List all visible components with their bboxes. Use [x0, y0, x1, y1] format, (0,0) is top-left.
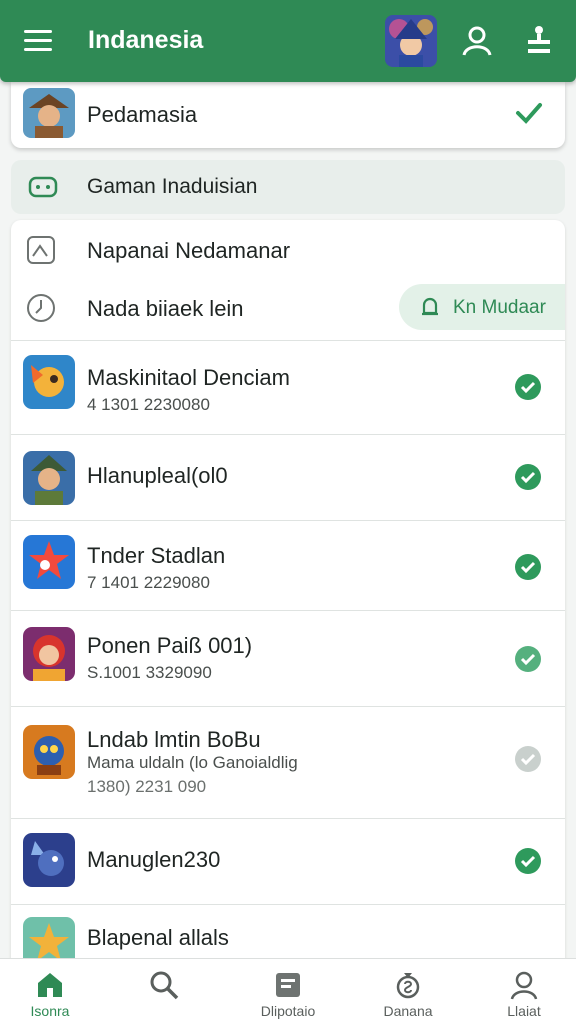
- check-circle-icon[interactable]: [514, 847, 542, 875]
- app-name: Ponen Paiß 001): [87, 633, 253, 658]
- app-name: Maskinitaol Denciam: [87, 365, 290, 390]
- money-icon: [392, 969, 424, 1001]
- tab-money[interactable]: Danana: [358, 959, 458, 1024]
- search-icon: [148, 969, 180, 1001]
- app-list-panel: Napanai Nedamanar Nada biiaek lein Kn Mu…: [11, 220, 565, 980]
- tab-search[interactable]: [114, 959, 214, 1024]
- list-item[interactable]: Hlanupleal(ol0: [11, 434, 565, 520]
- app-thumbnail: [23, 627, 75, 681]
- profile-icon: [508, 969, 540, 1001]
- tab-label: Llaiat: [507, 1003, 541, 1019]
- check-icon[interactable]: [514, 98, 544, 128]
- section-label: Gaman Inaduisian: [87, 175, 258, 198]
- list-item[interactable]: Tnder Stadlan 7 1401 2229080: [11, 520, 565, 610]
- list-item[interactable]: Ponen Paiß 001) S.1001 3329090: [11, 610, 565, 706]
- app-thumbnail: [23, 833, 75, 887]
- filter-pill[interactable]: Kn Mudaar: [399, 284, 565, 330]
- app-name: Hlanupleal(ol0: [87, 463, 228, 488]
- library-icon: [272, 969, 304, 1001]
- app-name: Lndab lmtin BoBu: [87, 727, 261, 752]
- tab-label: Danana: [383, 1003, 433, 1019]
- check-circle-icon[interactable]: [514, 645, 542, 673]
- filter-pill-label: Kn Mudaar: [453, 297, 546, 318]
- app-meta: 7 1401 2229080: [87, 573, 210, 592]
- tab-label: Dlipotaio: [260, 1003, 316, 1019]
- app-meta: 4 1301 2230080: [87, 395, 210, 414]
- list-item[interactable]: Manuglen230: [11, 818, 565, 904]
- image-icon: [25, 234, 57, 266]
- tab-label: Isonra: [30, 1003, 70, 1019]
- app-name: Blapenal allals: [87, 925, 229, 950]
- app-title: Indanesia: [88, 26, 204, 54]
- check-circle-icon[interactable]: [514, 373, 542, 401]
- section-header[interactable]: Gaman Inaduisian: [11, 160, 565, 214]
- list-item[interactable]: Maskinitaol Denciam 4 1301 2230080: [11, 340, 565, 434]
- game-avatar[interactable]: [385, 15, 437, 67]
- clock-icon: [25, 292, 57, 324]
- check-circle-icon[interactable]: [514, 553, 542, 581]
- tab-profile[interactable]: Llaiat: [474, 959, 574, 1024]
- app-name: Manuglen230: [87, 847, 221, 872]
- tab-home[interactable]: Isonra: [0, 959, 100, 1024]
- list-item[interactable]: Lndab lmtin BoBu Mama uldaln (lo Ganoial…: [11, 706, 565, 818]
- app-meta: S.1001 3329090: [87, 663, 212, 682]
- option-item[interactable]: Napanai Nedamanar: [11, 220, 565, 278]
- check-circle-icon[interactable]: [514, 463, 542, 491]
- option-label: Nada biiaek lein: [87, 296, 244, 321]
- tab-library[interactable]: Dlipotaio: [238, 959, 338, 1024]
- menu-icon[interactable]: [24, 30, 52, 52]
- app-thumbnail: [23, 535, 75, 589]
- profile-icon[interactable]: [459, 22, 495, 58]
- app-meta-secondary: 1380) 2231 090: [87, 777, 207, 796]
- download-icon[interactable]: [521, 22, 557, 58]
- check-circle-icon[interactable]: [514, 745, 542, 773]
- option-label: Napanai Nedamanar: [87, 238, 291, 263]
- bottom-navigation: Isonra Dlipotaio Danana Llaiat: [0, 958, 576, 1024]
- pinned-app-label: Pedamasia: [87, 102, 198, 127]
- app-thumbnail: [23, 725, 75, 779]
- home-icon: [34, 969, 66, 1001]
- app-thumbnail: [23, 451, 75, 505]
- bell-icon: [419, 296, 441, 318]
- gamepad-icon: [27, 172, 59, 202]
- app-name: Tnder Stadlan: [87, 543, 226, 568]
- app-meta: Mama uldaln (lo Ganoialdlig: [87, 753, 298, 772]
- app-thumbnail: [23, 355, 75, 409]
- app-bar: Indanesia: [0, 0, 576, 82]
- pinned-app-card[interactable]: Pedamasia: [11, 82, 565, 148]
- app-thumbnail: [23, 88, 75, 138]
